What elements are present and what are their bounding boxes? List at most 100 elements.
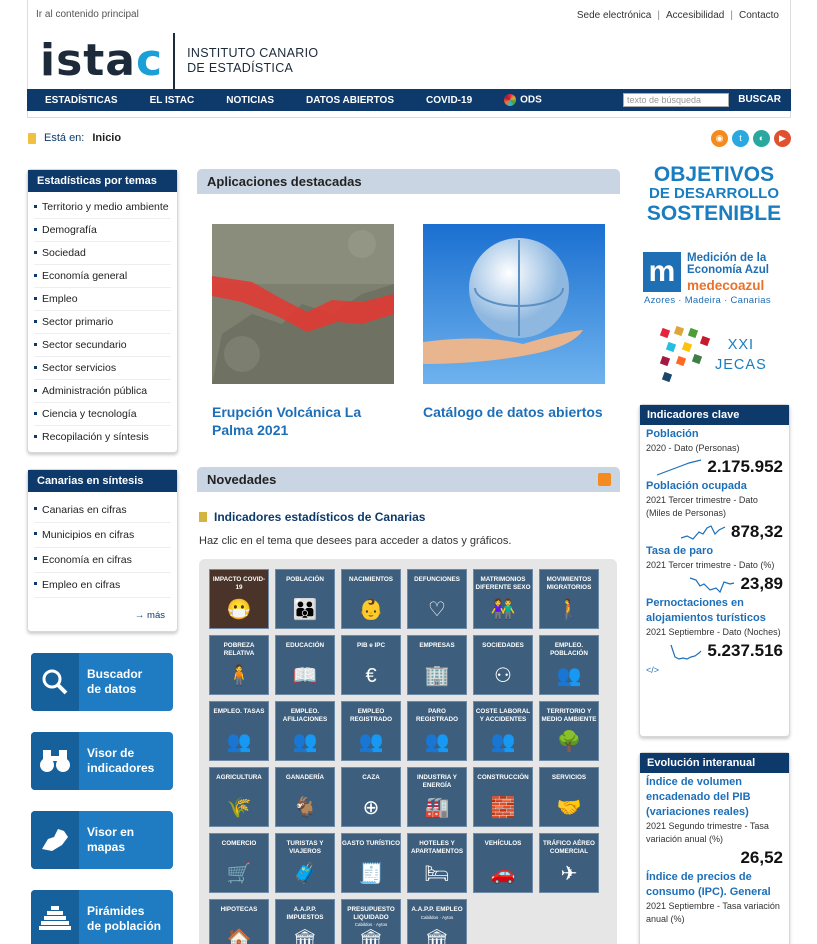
rss-icon[interactable]: [598, 473, 611, 486]
tema-ciencia[interactable]: Ciencia y tecnología: [34, 403, 171, 426]
indicator-tile[interactable]: VEHÍCULOS 🚗: [473, 833, 533, 893]
visor-indicadores-button[interactable]: Visor de indicadores: [31, 732, 173, 790]
evolution-pib[interactable]: Índice de volumen encadenado del PIB (va…: [640, 773, 789, 868]
indicators-title[interactable]: Indicadores estadísticos de Canarias: [214, 510, 425, 524]
indicator-tile[interactable]: DEFUNCIONES ♡: [407, 569, 467, 629]
indicator-tile[interactable]: COMERCIO 🛒: [209, 833, 269, 893]
sede-electronica-link[interactable]: Sede electrónica: [577, 10, 652, 21]
nav-el-istac[interactable]: EL ISTAC: [134, 95, 211, 106]
indicator-pernoctaciones[interactable]: Pernoctaciones en alojamientos turístico…: [640, 594, 789, 661]
evolution-name[interactable]: Índice de volumen encadenado del PIB (va…: [646, 775, 783, 820]
indicator-tile[interactable]: INDUSTRIA Y ENERGÍA 🏭: [407, 767, 467, 827]
tile-label: PIB e IPC: [357, 642, 385, 649]
evolution-ipc[interactable]: Índice de precios de consumo (IPC). Gene…: [640, 868, 789, 926]
indicator-tile[interactable]: GASTO TURÍSTICO 🧾: [341, 833, 401, 893]
evolution-value-row: 26,52: [646, 848, 783, 868]
buscador-line2: de datos: [87, 682, 137, 696]
indicator-tile[interactable]: POBREZA RELATIVA 🧍: [209, 635, 269, 695]
ods-banner[interactable]: OBJETIVOS DE DESARROLLO SOSTENIBLE: [641, 164, 787, 224]
tile-icon: ✈: [560, 863, 578, 885]
municipios-en-cifras-link[interactable]: Municipios en cifras: [34, 523, 171, 548]
indicator-name[interactable]: Población ocupada: [646, 479, 783, 494]
indicator-tile[interactable]: EMPLEO. AFILIACIONES 👥: [275, 701, 335, 761]
indicator-tile[interactable]: NACIMIENTOS 👶: [341, 569, 401, 629]
search-button[interactable]: BUSCAR: [738, 94, 781, 105]
nav-estadisticas[interactable]: ESTADÍSTICAS: [27, 95, 134, 106]
indicator-name[interactable]: Población: [646, 427, 783, 442]
twitter-icon[interactable]: t: [732, 130, 749, 147]
nav-noticias[interactable]: NOTICIAS: [210, 95, 290, 106]
indicator-tile[interactable]: POBLACIÓN 👪: [275, 569, 335, 629]
indicator-tile[interactable]: MOVIMIENTOS MIGRATORIOS 🚶: [539, 569, 599, 629]
app-card-catalogo[interactable]: Catálogo de datos abiertos: [423, 224, 605, 421]
indicator-tile[interactable]: A.A.P.P. IMPUESTOS 🏛: [275, 899, 335, 944]
tema-empleo[interactable]: Empleo: [34, 288, 171, 311]
indicators-heading: Indicadores estadísticos de Canarias: [199, 510, 425, 524]
indicator-tile[interactable]: TERRITORIO Y MEDIO AMBIENTE 🌳: [539, 701, 599, 761]
indicator-tile[interactable]: PARO REGISTRADO 👥: [407, 701, 467, 761]
indicator-tile[interactable]: EDUCACIÓN 📖: [275, 635, 335, 695]
tema-sociedad[interactable]: Sociedad: [34, 242, 171, 265]
more-link[interactable]: → más: [28, 602, 177, 631]
indicator-tile[interactable]: EMPRESAS 🏢: [407, 635, 467, 695]
nav-datos-abiertos[interactable]: DATOS ABIERTOS: [290, 95, 410, 106]
indicator-name[interactable]: Tasa de paro: [646, 544, 783, 559]
canarias-en-cifras-link[interactable]: Canarias en cifras: [34, 498, 171, 523]
tema-economia[interactable]: Economía general: [34, 265, 171, 288]
piramides-button[interactable]: Pirámides de población: [31, 890, 173, 944]
indicator-tile[interactable]: A.A.P.P. EMPLEO Cabildos · Aytos 🏛: [407, 899, 467, 944]
contacto-link[interactable]: Contacto: [739, 10, 779, 21]
indicator-tile[interactable]: CAZA ⊕: [341, 767, 401, 827]
tema-servicios[interactable]: Sector servicios: [34, 357, 171, 380]
indicator-tile[interactable]: EMPLEO. TASAS 👥: [209, 701, 269, 761]
jecas-line2: JECAS: [715, 357, 767, 373]
github-icon[interactable]: ◐: [753, 130, 770, 147]
indicator-ocupada[interactable]: Población ocupada 2021 Tercer trimestre …: [640, 477, 789, 542]
accesibilidad-link[interactable]: Accesibilidad: [666, 10, 724, 21]
tile-label: A.A.P.P. IMPUESTOS: [286, 906, 324, 921]
apps-section-title: Aplicaciones destacadas: [197, 169, 620, 194]
indicator-tile[interactable]: SERVICIOS 🤝: [539, 767, 599, 827]
indicator-tile[interactable]: EMPLEO REGISTRADO 👥: [341, 701, 401, 761]
buscador-datos-button[interactable]: Buscador de datos: [31, 653, 173, 711]
indicator-tile[interactable]: AGRICULTURA 🌾: [209, 767, 269, 827]
economia-en-cifras-link[interactable]: Economía en cifras: [34, 548, 171, 573]
empleo-en-cifras-link[interactable]: Empleo en cifras: [34, 573, 171, 598]
youtube-icon[interactable]: ▶: [774, 130, 791, 147]
nav-ods[interactable]: ODS: [488, 94, 558, 106]
indicator-poblacion[interactable]: Población 2020 - Dato (Personas) 2.175.9…: [640, 425, 789, 477]
rss-icon[interactable]: ◉: [711, 130, 728, 147]
nav-covid[interactable]: COVID-19: [410, 95, 488, 106]
indicator-tile[interactable]: IMPACTO COVID-19 😷: [209, 569, 269, 629]
embed-code-link[interactable]: </>: [640, 661, 789, 681]
indicator-tile[interactable]: PRESUPUESTO LIQUIDADO Cabildos · Aytos 🏛: [341, 899, 401, 944]
evolution-name[interactable]: Índice de precios de consumo (IPC). Gene…: [646, 870, 783, 900]
tema-administracion[interactable]: Administración pública: [34, 380, 171, 403]
tema-secundario[interactable]: Sector secundario: [34, 334, 171, 357]
indicator-tile[interactable]: CONSTRUCCIÓN 🧱: [473, 767, 533, 827]
indicator-tile[interactable]: TRÁFICO AÉREO COMERCIAL ✈: [539, 833, 599, 893]
tema-demografia[interactable]: Demografía: [34, 219, 171, 242]
tile-icon: 🤝: [556, 797, 582, 819]
indicator-tile[interactable]: TURISTAS Y VIAJEROS 🧳: [275, 833, 335, 893]
tema-territorio[interactable]: Territorio y medio ambiente: [34, 196, 171, 219]
tema-primario[interactable]: Sector primario: [34, 311, 171, 334]
skip-to-content-link[interactable]: Ir al contenido principal: [36, 9, 139, 20]
indicator-tile[interactable]: HIPOTECAS 🏠: [209, 899, 269, 944]
indicator-tile[interactable]: PIB e IPC €: [341, 635, 401, 695]
search-input[interactable]: texto de búsqueda: [623, 93, 729, 107]
istac-logo[interactable]: istac INSTITUTO CANARIO DE ESTADÍSTICA: [40, 33, 318, 89]
indicator-paro[interactable]: Tasa de paro 2021 Tercer trimestre - Dat…: [640, 542, 789, 594]
indicator-tile[interactable]: SOCIEDADES ⚇: [473, 635, 533, 695]
indicator-tile[interactable]: GANADERÍA 🐐: [275, 767, 335, 827]
app-card-erupcion[interactable]: Erupción Volcánica La Palma 2021: [212, 224, 394, 439]
indicator-tile[interactable]: MATRIMONIOS DIFERENTE SEXO 👫: [473, 569, 533, 629]
jecas-banner[interactable]: XXI JECAS: [657, 325, 777, 387]
indicator-tile[interactable]: COSTE LABORAL Y ACCIDENTES 👥: [473, 701, 533, 761]
tema-recopilacion[interactable]: Recopilación y síntesis: [34, 426, 171, 448]
indicator-value-row: 2.175.952: [646, 457, 783, 477]
visor-mapas-button[interactable]: Visor en mapas: [31, 811, 173, 869]
indicator-tile[interactable]: EMPLEO. POBLACIÓN 👥: [539, 635, 599, 695]
indicator-tile[interactable]: HOTELES Y APARTAMENTOS 🛏: [407, 833, 467, 893]
indicator-name[interactable]: Pernoctaciones en alojamientos turístico…: [646, 596, 783, 626]
